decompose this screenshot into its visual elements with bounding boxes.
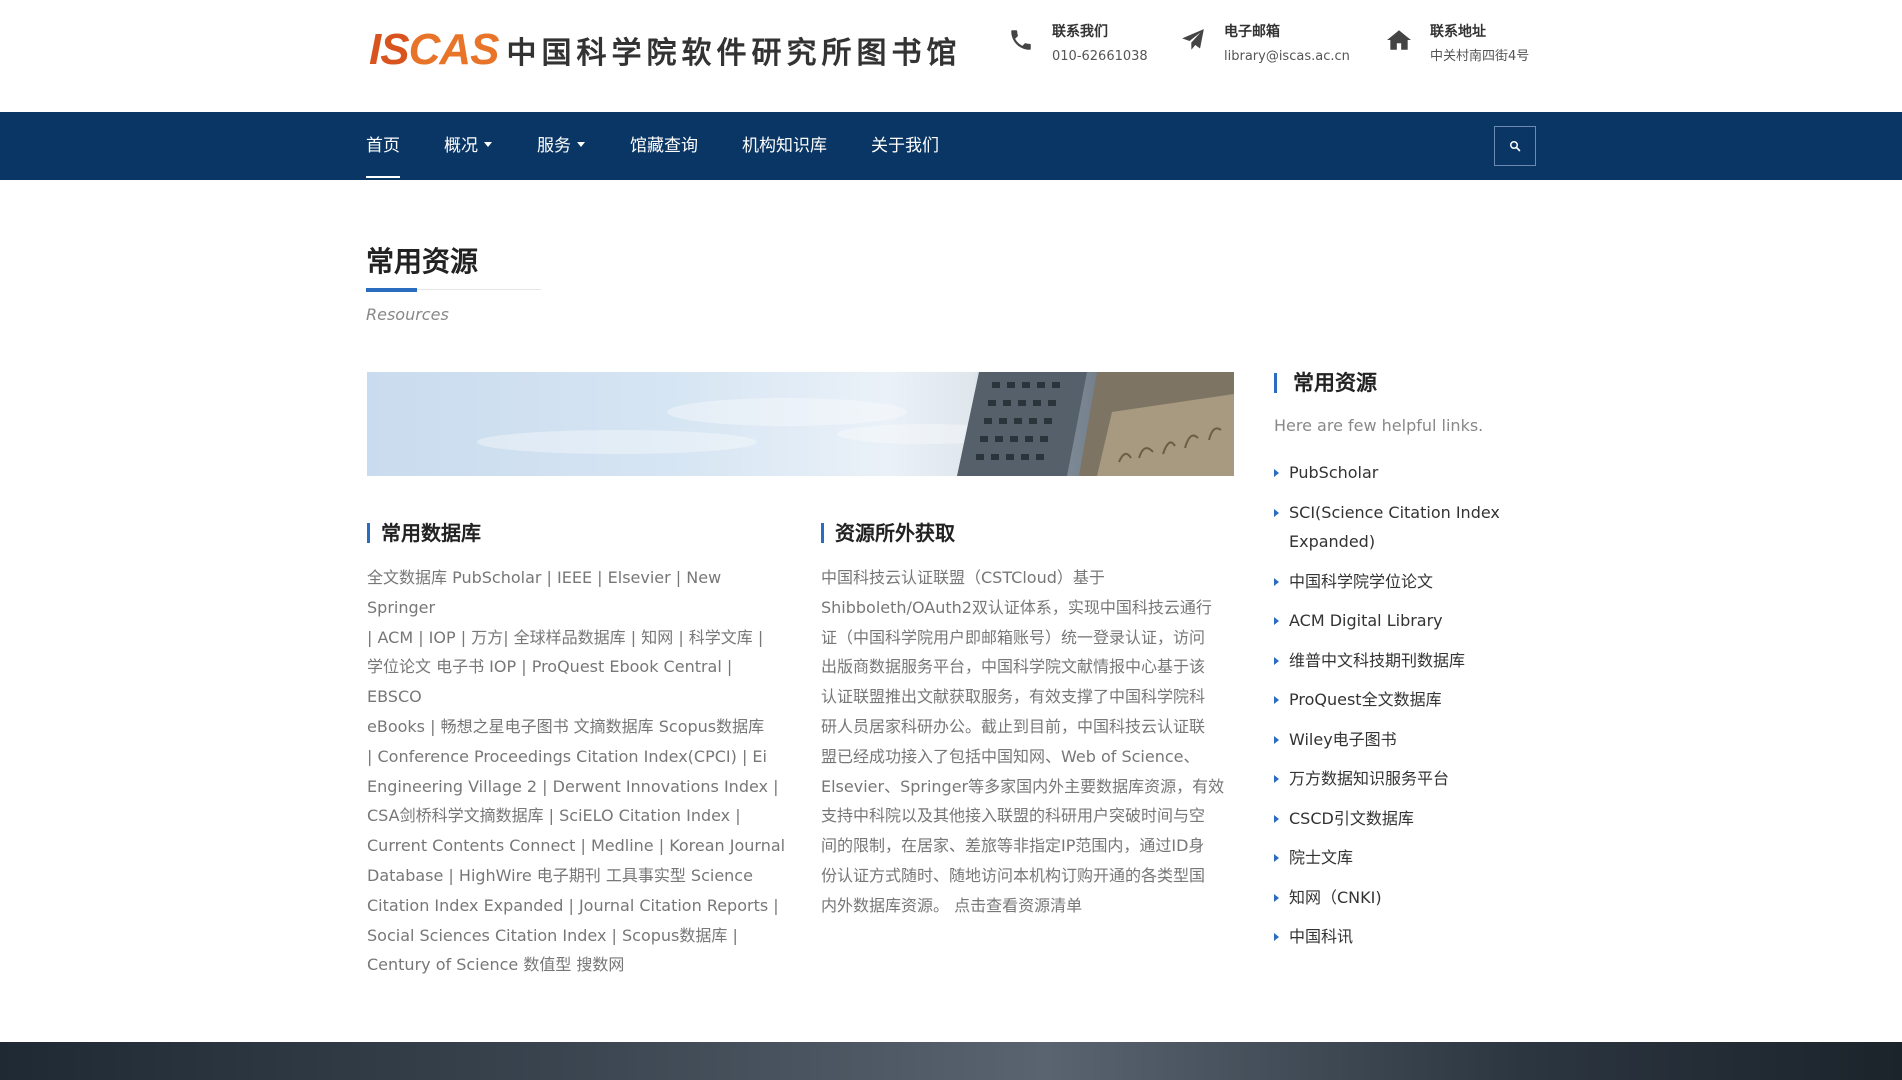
remote-access-line[interactable]: 内外数据库资源。 点击查看资源清单 [821,891,1241,921]
remote-access-line: Shibboleth/OAuth2双认证体系，实现中国科技云通行 [821,597,1212,617]
remote-access-line: 盟已经成功接入了包括中国知网、Web of Science、 [821,746,1200,766]
remote-access-line: 研人员居家科研办公。截止到目前，中国科技云认证联 [821,716,1206,736]
sidebar-link[interactable]: SCI(Science Citation Index Expanded) [1274,498,1534,557]
remote-access-line: 出版商数据服务平台，中国科学院文献情报中心基于该 [821,657,1206,677]
contact-email: 电子邮箱 library@iscas.ac.cn [1176,20,1350,70]
databases-line[interactable]: 全文数据库 PubScholar | IEEE | Elsevier | New… [367,563,787,623]
banner-image [367,372,1234,476]
title-accent-bar [366,288,417,292]
remote-access-line: 间的限制，在居家、差旅等非指定IP范围内，通过ID身 [821,836,1205,856]
sidebar-link[interactable]: ProQuest全文数据库 [1274,685,1534,715]
paper-plane-icon [1176,20,1210,60]
search-icon [1510,141,1521,152]
contact-phone: 联系我们 010-62661038 [1004,20,1148,70]
sidebar-link[interactable]: PubScholar [1274,458,1534,488]
nav-overview[interactable]: 概况 [444,112,492,180]
remote-access-line: 支持中科院以及其他接入联盟的科研用户突破时间与空 [821,806,1206,826]
sidebar-link[interactable]: 知网（CNKI) [1274,883,1534,913]
databases-line[interactable]: CSA剑桥科学文摘数据库 | SciELO Citation Index | [367,801,787,831]
page-subtitle: Resources [366,305,449,324]
sidebar-link[interactable]: Wiley电子图书 [1274,725,1534,755]
nav-services[interactable]: 服务 [537,112,585,180]
sidebar-link[interactable]: CSCD引文数据库 [1274,804,1534,834]
page-title: 常用资源 [366,245,479,278]
databases-line[interactable]: Citation Index Expanded | Journal Citati… [367,891,787,921]
remote-access-line: 证（中国科学院用户即邮箱账号）统一登录认证，访问 [821,627,1206,647]
footer-background [0,1042,1902,1080]
databases-line[interactable]: eBooks | 畅想之星电子图书 文摘数据库 Scopus数据库 [367,712,787,742]
databases-line[interactable]: Current Contents Connect | Medline | Kor… [367,831,787,861]
sidebar-link[interactable]: 院士文库 [1274,843,1534,873]
databases-line[interactable]: Century of Science 数值型 搜数网 [367,950,787,980]
contact-address-label: 联系地址 [1430,24,1486,40]
sidebar-link[interactable]: 万方数据知识服务平台 [1274,764,1534,794]
databases-heading: 常用数据库 [367,521,481,545]
nav-home[interactable]: 首页 [366,112,400,180]
databases-line[interactable]: 学位论文 电子书 IOP | ProQuest Ebook Central | … [367,652,787,712]
sidebar-link[interactable]: ACM Digital Library [1274,606,1534,636]
nav-about[interactable]: 关于我们 [871,112,939,180]
databases-line[interactable]: Engineering Village 2 | Derwent Innovati… [367,772,787,802]
databases-line[interactable]: Social Sciences Citation Index | Scopus数… [367,921,787,951]
sidebar-heading: 常用资源 [1274,370,1377,396]
databases-line[interactable]: | ACM | IOP | 万方| 全球样品数据库 | 知网 | 科学文库 | [367,623,787,653]
contact-phone-label: 联系我们 [1052,24,1108,40]
databases-text: 全文数据库 PubScholar | IEEE | Elsevier | New… [367,563,787,980]
nav-repository[interactable]: 机构知识库 [742,112,827,180]
home-icon [1382,20,1416,60]
sidebar-link[interactable]: 维普中文科技期刊数据库 [1274,646,1534,676]
contact-phone-value: 010-62661038 [1052,49,1148,64]
site-header: ISCAS 中国科学院软件研究所图书馆 联系我们 010-62661038 电子… [0,0,1902,112]
contact-address-value: 中关村南四街4号 [1430,49,1530,64]
databases-line[interactable]: Database | HighWire 电子期刊 工具事实型 Science [367,861,787,891]
remote-access-line: 中国科技云认证联盟（CSTCloud）基于 [821,568,1105,587]
sidebar-link[interactable]: 中国科学院学位论文 [1274,567,1534,597]
nav-catalog-search[interactable]: 馆藏查询 [630,112,698,180]
phone-icon [1004,20,1038,60]
contact-address: 联系地址 中关村南四街4号 [1382,20,1529,70]
remote-access-line: Elsevier、Springer等多家国内外主要数据库资源，有效 [821,776,1225,796]
site-logo[interactable]: ISCAS 中国科学院软件研究所图书馆 [369,25,962,74]
remote-access-line: 认证联盟推出文献获取服务，有效支撑了中国科学院科 [821,687,1206,707]
databases-line[interactable]: | Conference Proceedings Citation Index(… [367,742,787,772]
chevron-down-icon [577,141,585,147]
sidebar-link[interactable]: 中国科讯 [1274,922,1534,952]
iscas-logo-mark: ISCAS [369,25,499,74]
library-name: 中国科学院软件研究所图书馆 [506,36,962,71]
main-nav: 首页 概况 服务 馆藏查询 机构知识库 关于我们 [0,112,1902,180]
search-button[interactable] [1494,126,1536,166]
contact-email-value[interactable]: library@iscas.ac.cn [1224,44,1350,70]
sidebar-description: Here are few helpful links. [1274,416,1484,435]
remote-access-heading: 资源所外获取 [821,521,955,545]
remote-access-text: 中国科技云认证联盟（CSTCloud）基于 Shibboleth/OAuth2双… [821,563,1241,921]
chevron-down-icon [484,141,492,147]
contact-email-label: 电子邮箱 [1224,24,1280,40]
remote-access-line: 份认证方式随时、随地访问本机构订购开通的各类型国 [821,865,1206,885]
sidebar-link-list: PubScholar SCI(Science Citation Index Ex… [1274,458,1534,962]
